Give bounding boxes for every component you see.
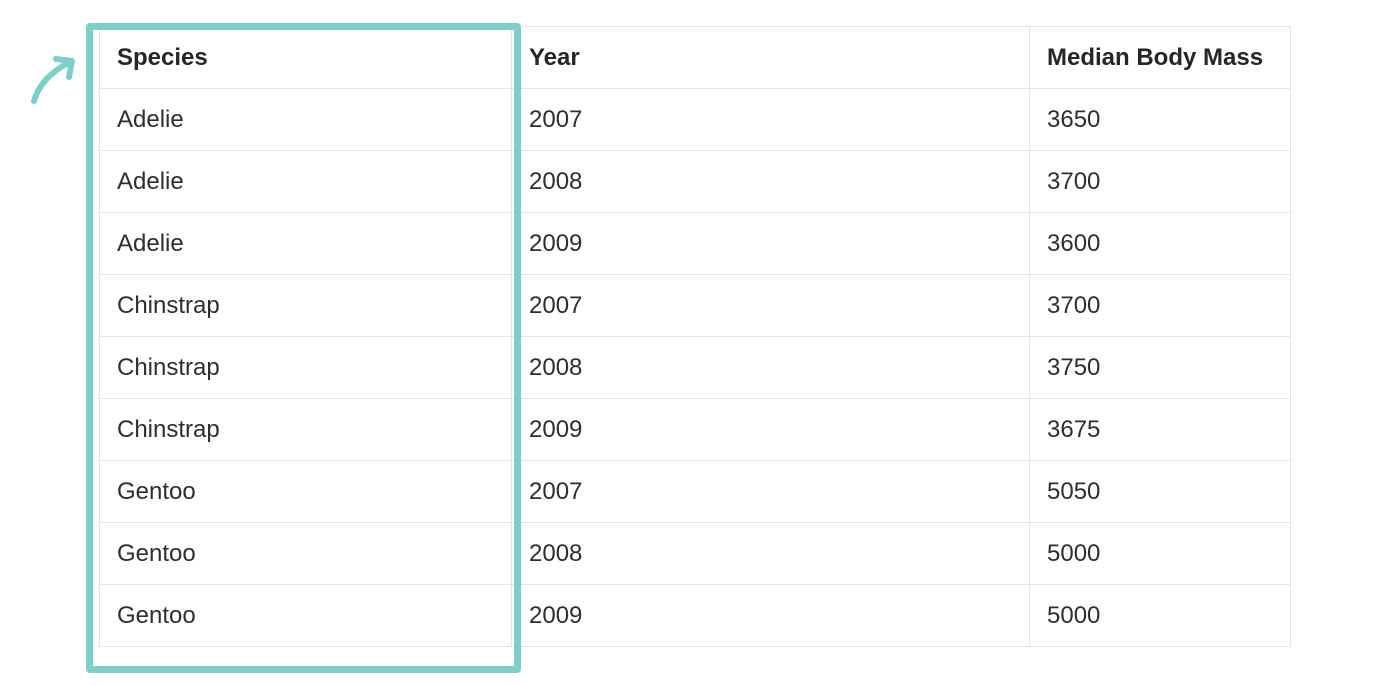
- cell-year: 2009: [511, 212, 1030, 275]
- cell-median-body-mass: 3750: [1029, 336, 1291, 399]
- cell-median-body-mass: 5050: [1029, 460, 1291, 523]
- cell-year: 2008: [511, 336, 1030, 399]
- cell-median-body-mass: 3700: [1029, 274, 1291, 337]
- header-species: Species: [99, 26, 512, 89]
- cell-species: Adelie: [99, 212, 512, 275]
- header-year: Year: [511, 26, 1030, 89]
- cell-year: 2008: [511, 522, 1030, 585]
- header-median-body-mass: Median Body Mass: [1029, 26, 1291, 89]
- table-row: Chinstrap 2009 3675: [99, 398, 1291, 461]
- cell-median-body-mass: 5000: [1029, 584, 1291, 647]
- cell-year: 2008: [511, 150, 1030, 213]
- cell-median-body-mass: 3700: [1029, 150, 1291, 213]
- cell-species: Chinstrap: [99, 336, 512, 399]
- table-row: Chinstrap 2007 3700: [99, 274, 1291, 337]
- cell-year: 2007: [511, 88, 1030, 151]
- table-row: Adelie 2009 3600: [99, 212, 1291, 275]
- cell-year: 2007: [511, 460, 1030, 523]
- cell-species: Adelie: [99, 88, 512, 151]
- cell-species: Gentoo: [99, 584, 512, 647]
- cell-species: Adelie: [99, 150, 512, 213]
- cell-year: 2009: [511, 398, 1030, 461]
- table-row: Gentoo 2008 5000: [99, 522, 1291, 585]
- cell-year: 2007: [511, 274, 1030, 337]
- cell-species: Chinstrap: [99, 398, 512, 461]
- cell-species: Chinstrap: [99, 274, 512, 337]
- cell-species: Gentoo: [99, 460, 512, 523]
- penguin-table: Species Year Median Body Mass Adelie 200…: [99, 26, 1291, 647]
- cell-median-body-mass: 5000: [1029, 522, 1291, 585]
- cell-median-body-mass: 3675: [1029, 398, 1291, 461]
- table-row: Adelie 2007 3650: [99, 88, 1291, 151]
- table-row: Gentoo 2009 5000: [99, 584, 1291, 647]
- cell-year: 2009: [511, 584, 1030, 647]
- table-row: Gentoo 2007 5050: [99, 460, 1291, 523]
- cell-median-body-mass: 3600: [1029, 212, 1291, 275]
- cell-median-body-mass: 3650: [1029, 88, 1291, 151]
- table-row: Chinstrap 2008 3750: [99, 336, 1291, 399]
- table-row: Adelie 2008 3700: [99, 150, 1291, 213]
- arrow-up-right-icon: [31, 56, 75, 104]
- table-header-row: Species Year Median Body Mass: [99, 26, 1291, 89]
- cell-species: Gentoo: [99, 522, 512, 585]
